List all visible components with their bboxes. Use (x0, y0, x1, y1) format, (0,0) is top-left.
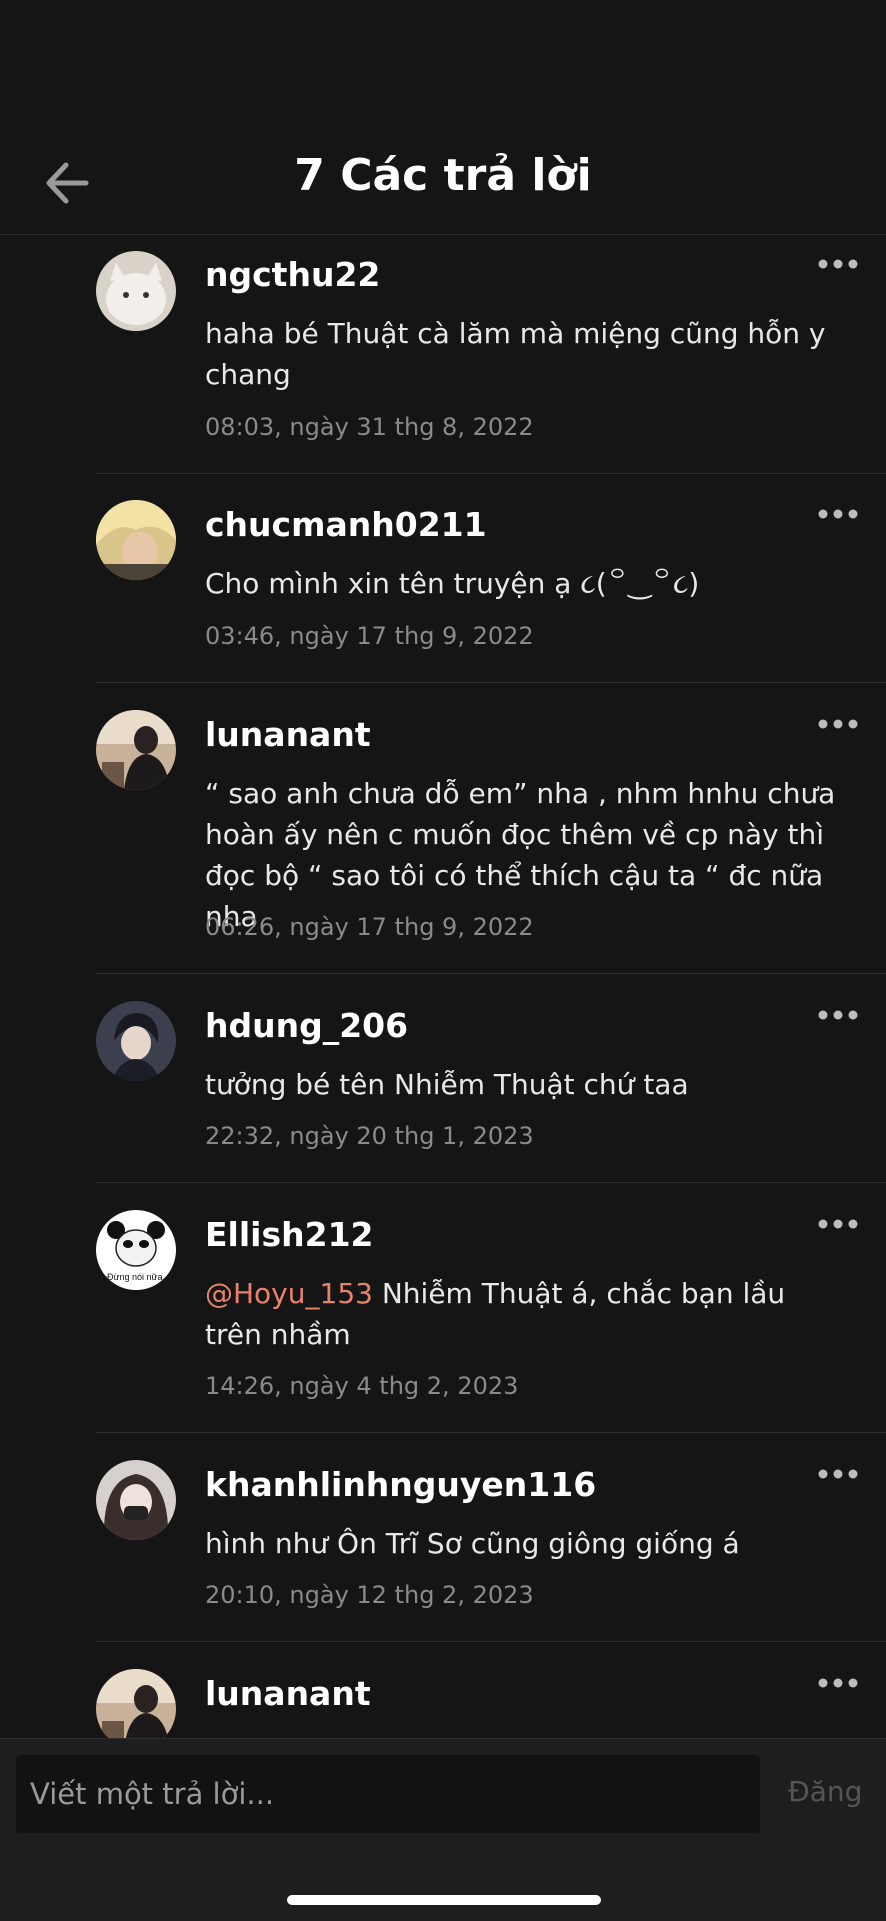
reply-username[interactable]: chucmanh0211 (205, 505, 487, 544)
avatar[interactable] (96, 1669, 176, 1738)
reply-timestamp: 20:10, ngày 12 thg 2, 2023 (205, 1581, 534, 1609)
divider (96, 682, 886, 683)
reply-username[interactable]: khanhlinhnguyen116 (205, 1465, 596, 1504)
divider (96, 1432, 886, 1433)
more-options-icon[interactable] (816, 507, 860, 521)
divider (96, 1182, 886, 1183)
divider (96, 973, 886, 974)
reply-username[interactable]: lunanant (205, 715, 371, 754)
more-options-icon[interactable] (816, 1676, 860, 1690)
reply-text: Cho mình xin tên truyện ạ ૮(꒪‿꒪૮) (205, 567, 700, 600)
header: 7 Các trả lời (0, 0, 886, 235)
avatar[interactable] (96, 1001, 176, 1081)
avatar[interactable] (96, 500, 176, 580)
reply-text: tưởng bé tên Nhiễm Thuật chứ taa (205, 1068, 689, 1101)
reply-text: hình như Ôn Trĩ Sơ cũng giông giống á (205, 1527, 740, 1560)
mention-link[interactable]: @Hoyu_153 (205, 1277, 373, 1310)
more-options-icon[interactable] (816, 257, 860, 271)
reply-text: @Hoyu_153 Nhiễm Thuật á, chắc bạn lầu tr… (205, 1273, 845, 1355)
reply-timestamp: 08:03, ngày 31 thg 8, 2022 (205, 413, 534, 441)
avatar-caption: Đừng nói nữa. (107, 1272, 165, 1282)
reply-list[interactable]: ngcthu22 haha bé Thuật cà lăm mà miệng c… (0, 235, 886, 1738)
reply-input[interactable] (16, 1755, 760, 1833)
divider (96, 1641, 886, 1642)
reply-timestamp: 03:46, ngày 17 thg 9, 2022 (205, 622, 534, 650)
post-button[interactable]: Đăng (788, 1775, 862, 1808)
more-options-icon[interactable] (816, 1008, 860, 1022)
home-indicator[interactable] (287, 1895, 601, 1905)
reply-timestamp: 14:26, ngày 4 thg 2, 2023 (205, 1372, 519, 1400)
more-options-icon[interactable] (816, 1467, 860, 1481)
avatar[interactable] (96, 251, 176, 331)
avatar[interactable] (96, 710, 176, 790)
more-options-icon[interactable] (816, 1217, 860, 1231)
reply-username[interactable]: Ellish212 (205, 1215, 374, 1254)
page-title: 7 Các trả lời (294, 150, 592, 201)
reply-timestamp: 22:32, ngày 20 thg 1, 2023 (205, 1122, 534, 1150)
divider (96, 473, 886, 474)
reply-username[interactable]: ngcthu22 (205, 255, 380, 294)
reply-timestamp: 06:26, ngày 17 thg 9, 2022 (205, 913, 534, 941)
reply-composer: Đăng (0, 1738, 886, 1921)
avatar[interactable] (96, 1460, 176, 1540)
more-options-icon[interactable] (816, 717, 860, 731)
reply-username[interactable]: hdung_206 (205, 1006, 408, 1045)
avatar[interactable]: Đừng nói nữa. (96, 1210, 176, 1290)
reply-text: haha bé Thuật cà lăm mà miệng cũng hỗn y… (205, 317, 826, 391)
reply-username[interactable]: lunanant (205, 1674, 371, 1713)
